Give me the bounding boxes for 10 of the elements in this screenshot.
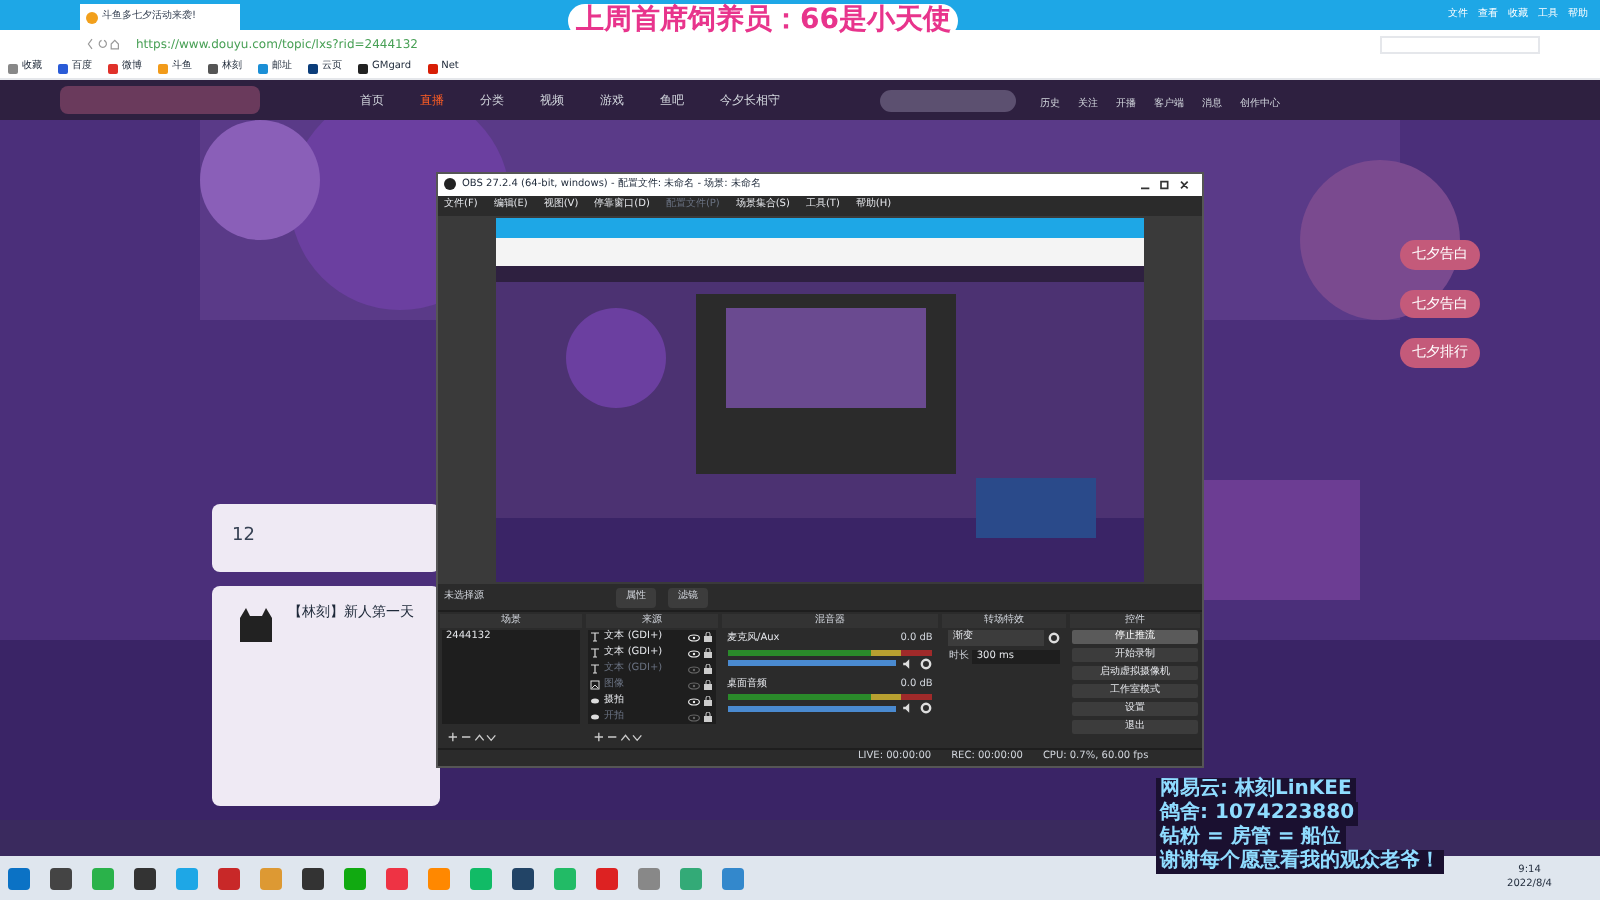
nav-buttons-icon [84,38,124,50]
taskbar-app-icon[interactable] [134,867,156,889]
site-icon [86,11,98,23]
taskbar-app-icon[interactable] [302,867,324,889]
taskbar-app-icon[interactable] [218,867,240,889]
taskbar-app-icon[interactable] [512,867,534,889]
overlay-caption: 钻粉 = 房管 = 船位 [1156,826,1346,850]
overlay-caption: 上周首席饲养员：66是小天使 [568,4,959,38]
taskbar-app-icon[interactable] [50,867,72,889]
overlay-caption: 谢谢每个愿意看我的观众老爷！ [1156,850,1444,874]
